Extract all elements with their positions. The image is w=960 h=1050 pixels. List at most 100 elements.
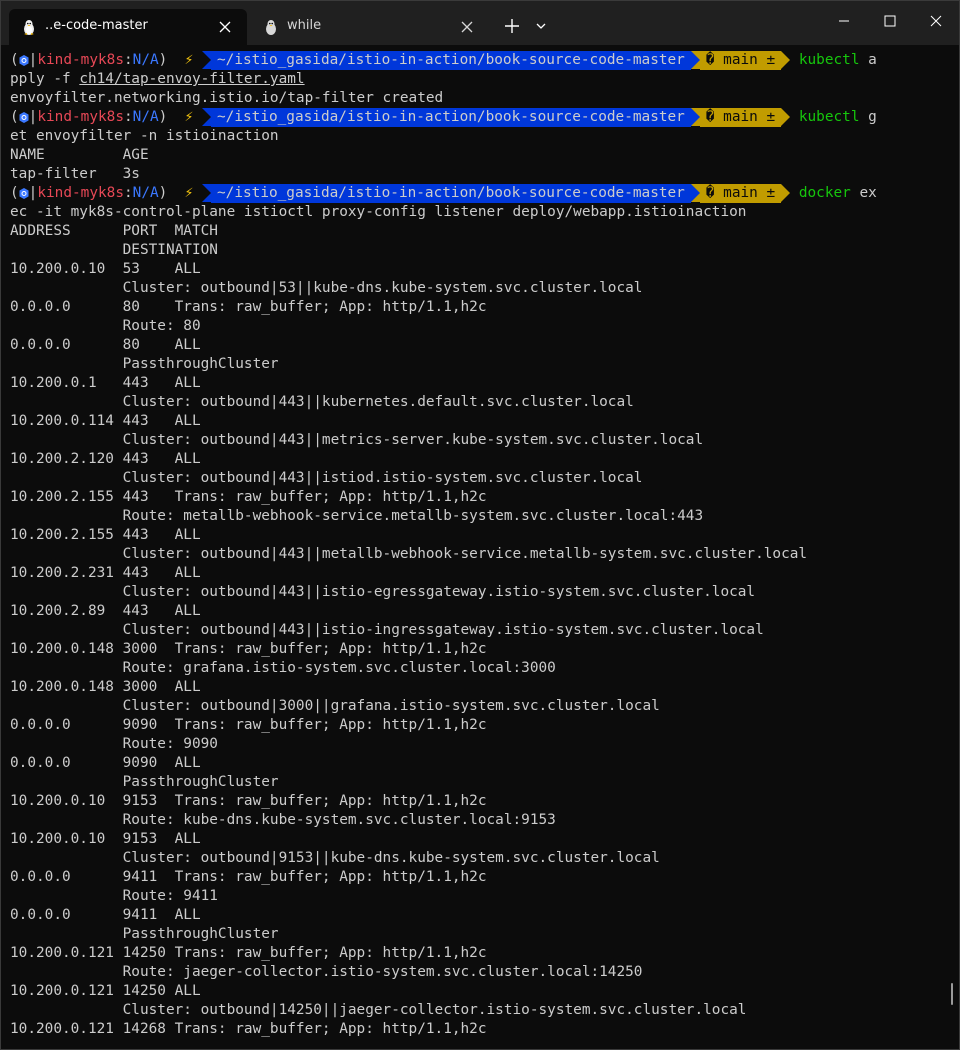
powerline-arrow-icon — [781, 184, 791, 202]
git-branch: � main ± — [699, 108, 782, 127]
prompt-line: (|kind-myk8s:N/A) ⚡ ~/istio_gasida/istio… — [10, 51, 941, 70]
title-bar: ..e-code-master while — [1, 1, 959, 45]
output-line: 10.200.2.120 443 ALL — [10, 451, 201, 467]
prompt-paren: ) — [158, 109, 168, 125]
prompt-line: (|kind-myk8s:N/A) ⚡ ~/istio_gasida/istio… — [10, 108, 941, 127]
output-line: 10.200.0.148 3000 ALL — [10, 679, 201, 695]
kube-namespace: N/A — [132, 185, 159, 201]
output-line: tap-filter 3s — [10, 166, 140, 182]
output-line: 10.200.2.155 443 ALL — [10, 527, 201, 543]
output-line: PassthroughCluster — [10, 926, 279, 942]
powerline-arrow-icon — [202, 51, 211, 69]
output-line: Route: kube-dns.kube-system.svc.cluster.… — [10, 812, 556, 828]
terminal-output[interactable]: (|kind-myk8s:N/A) ⚡ ~/istio_gasida/istio… — [1, 45, 941, 1049]
output-line: Route: 9411 — [10, 888, 218, 904]
new-tab-plus-icon[interactable] — [497, 11, 527, 41]
output-line: Cluster: outbound|3000||grafana.istio-sy… — [10, 698, 660, 714]
output-line: Cluster: outbound|53||kube-dns.kube-syst… — [10, 280, 643, 296]
output-line: DESTINATION — [10, 242, 218, 258]
output-line: 10.200.0.1 443 ALL — [10, 375, 201, 391]
lightning-icon: ⚡ — [184, 185, 194, 201]
command-args: pply -f — [10, 71, 80, 87]
output-line: Cluster: outbound|443||kubernetes.defaul… — [10, 394, 634, 410]
kube-context: kind-myk8s — [37, 185, 124, 201]
prompt-paren: ( — [10, 52, 19, 68]
current-path: ~/istio_gasida/istio-in-action/book-sour… — [211, 108, 691, 127]
output-line: Cluster: outbound|443||istio-egressgatew… — [10, 584, 756, 600]
output-line: 10.200.0.10 9153 ALL — [10, 831, 201, 847]
command-name: docker — [798, 185, 851, 201]
command-args: ex — [850, 185, 877, 201]
git-branch: � main ± — [699, 51, 782, 70]
output-line: 0.0.0.0 9411 Trans: raw_buffer; App: htt… — [10, 869, 487, 885]
output-line: 0.0.0.0 9090 Trans: raw_buffer; App: htt… — [10, 717, 487, 733]
scrollbar-thumb[interactable] — [951, 983, 953, 1005]
output-line: 10.200.0.10 53 ALL — [10, 261, 201, 277]
output-line: Cluster: outbound|443||istiod.istio-syst… — [10, 470, 643, 486]
git-branch: � main ± — [699, 184, 782, 203]
output-line: envoyfilter.networking.istio.io/tap-filt… — [10, 90, 444, 106]
prompt-paren: ( — [10, 185, 19, 201]
minimize-icon[interactable] — [821, 1, 867, 41]
chevron-down-icon[interactable] — [529, 11, 553, 41]
output-line: 10.200.0.114 443 ALL — [10, 413, 201, 429]
lightning-icon: ⚡ — [184, 109, 194, 125]
command-name: kubectl — [798, 52, 860, 68]
powerline-arrow-icon — [202, 184, 211, 202]
output-line: Cluster: outbound|9153||kube-dns.kube-sy… — [10, 850, 660, 866]
current-path: ~/istio_gasida/istio-in-action/book-sour… — [211, 51, 691, 70]
tab-active[interactable]: ..e-code-master — [9, 9, 247, 45]
prompt-paren: ( — [10, 109, 19, 125]
kubernetes-icon — [19, 108, 29, 127]
output-line: 10.200.2.89 443 ALL — [10, 603, 201, 619]
prompt-colon: : — [123, 109, 133, 125]
output-line: Route: metallb-webhook-service.metallb-s… — [10, 508, 704, 524]
kube-namespace: N/A — [132, 52, 159, 68]
prompt-colon: : — [123, 52, 133, 68]
tab-close-icon[interactable] — [453, 13, 481, 41]
kubernetes-icon — [19, 51, 29, 70]
prompt-colon: : — [123, 185, 133, 201]
output-line: 10.200.0.148 3000 Trans: raw_buffer; App… — [10, 641, 487, 657]
tab-close-icon[interactable] — [211, 13, 239, 41]
output-line: Route: grafana.istio-system.svc.cluster.… — [10, 660, 556, 676]
command-args: et envoyfilter -n istioinaction — [10, 128, 279, 144]
scrollbar[interactable] — [945, 45, 959, 1049]
command-continuation: ec -it myk8s-control-plane istioctl prox… — [10, 203, 941, 222]
terminal-window: ..e-code-master while (|kind-myk8s:N/A)… — [0, 0, 960, 1050]
output-line: Route: 9090 — [10, 736, 218, 752]
prompt-divider: | — [28, 185, 38, 201]
output-line: 0.0.0.0 9411 ALL — [10, 907, 201, 923]
prompt-divider: | — [28, 52, 38, 68]
output-line: 10.200.0.10 9153 Trans: raw_buffer; App:… — [10, 793, 487, 809]
command-continuation: pply -f ch14/tap-envoy-filter.yaml — [10, 70, 941, 89]
command-args: g — [859, 109, 877, 125]
linux-tux-icon — [21, 18, 37, 36]
close-icon[interactable] — [913, 1, 959, 41]
tab-inactive[interactable]: while — [251, 9, 489, 45]
command-continuation: et envoyfilter -n istioinaction — [10, 127, 941, 146]
tab-title: ..e-code-master — [45, 18, 148, 33]
output-line: Route: 80 — [10, 318, 201, 334]
prompt-line: (|kind-myk8s:N/A) ⚡ ~/istio_gasida/istio… — [10, 184, 941, 203]
output-line: ADDRESS PORT MATCH — [10, 223, 218, 239]
maximize-icon[interactable] — [867, 1, 913, 41]
output-line: Cluster: outbound|443||metallb-webhook-s… — [10, 546, 808, 562]
output-line: 10.200.2.231 443 ALL — [10, 565, 201, 581]
output-line: PassthroughCluster — [10, 774, 279, 790]
output-line: 0.0.0.0 80 Trans: raw_buffer; App: http/… — [10, 299, 487, 315]
output-line: PassthroughCluster — [10, 356, 279, 372]
output-line: NAME AGE — [10, 147, 149, 163]
command-args: a — [859, 52, 877, 68]
tab-title: while — [287, 18, 322, 33]
prompt-divider: | — [28, 109, 38, 125]
powerline-arrow-icon — [690, 184, 700, 202]
output-line: 10.200.2.155 443 Trans: raw_buffer; App:… — [10, 489, 487, 505]
file-path: ch14/tap-envoy-filter.yaml — [79, 71, 305, 87]
prompt-paren: ) — [158, 52, 168, 68]
kube-context: kind-myk8s — [37, 109, 124, 125]
output-line: Route: jaeger-collector.istio-system.svc… — [10, 964, 643, 980]
output-line: 10.200.0.121 14268 Trans: raw_buffer; Ap… — [10, 1021, 487, 1037]
kube-context: kind-myk8s — [37, 52, 124, 68]
output-line: 10.200.0.121 14250 ALL — [10, 983, 201, 999]
